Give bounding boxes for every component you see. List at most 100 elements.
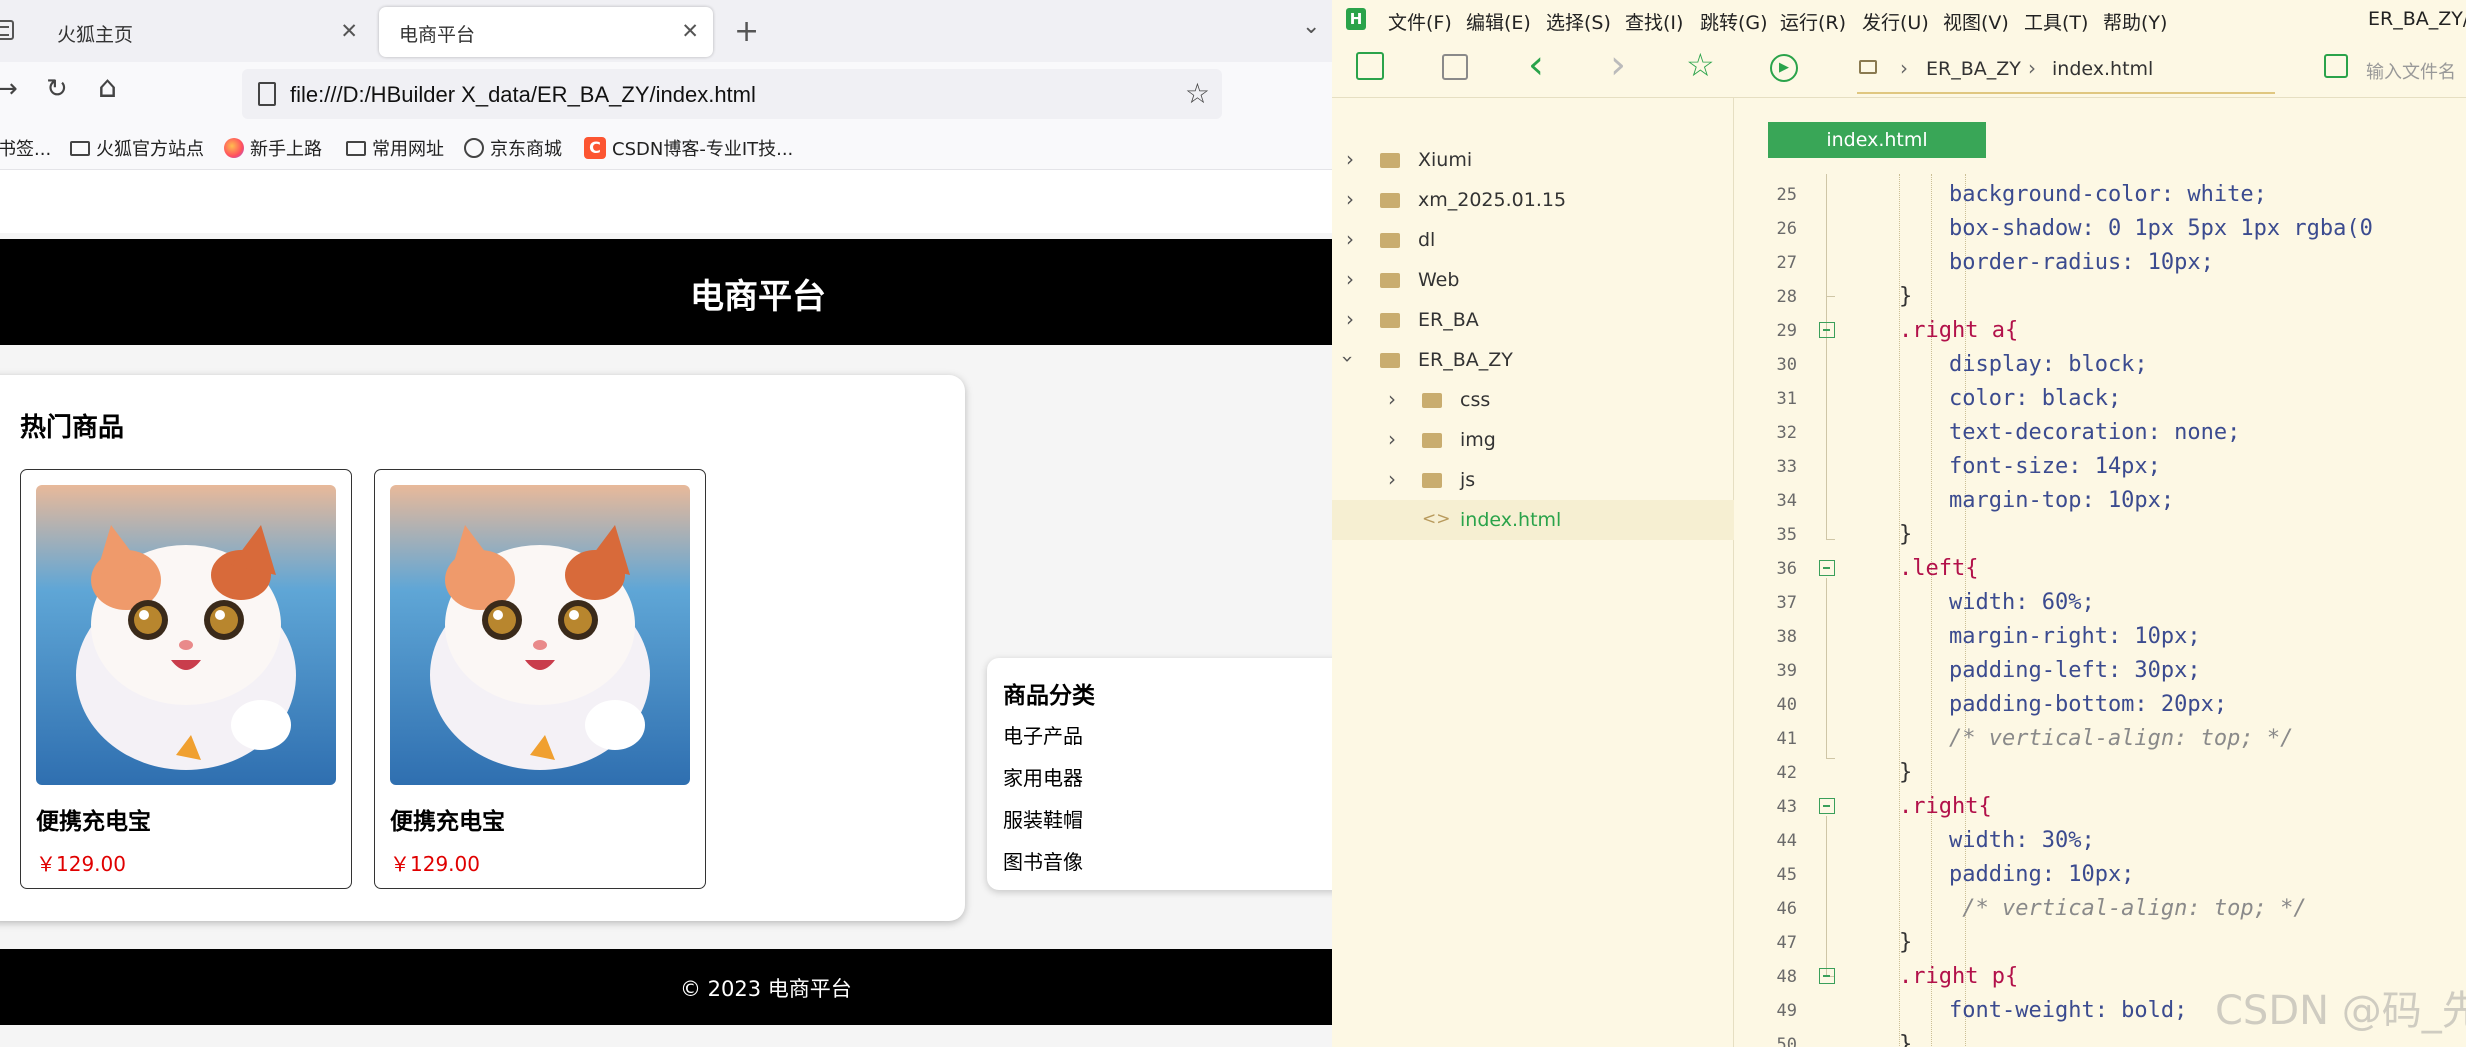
bookmark-item[interactable]: C CSDN博客-专业IT技... — [584, 135, 793, 161]
tree-item-js[interactable]: › js — [1332, 460, 1734, 500]
code-line[interactable]: } — [1899, 284, 1912, 309]
chevron-down-icon[interactable]: › — [1336, 355, 1360, 363]
code-line[interactable]: width: 30%; — [1949, 828, 2095, 853]
code-line[interactable]: width: 60%; — [1949, 590, 2095, 615]
category-link[interactable]: 家用电器 — [1003, 762, 1083, 791]
fold-toggle[interactable] — [1819, 322, 1835, 338]
breadcrumb-file[interactable]: index.html — [2052, 58, 2153, 80]
code-line[interactable]: border-radius: 10px; — [1949, 250, 2214, 275]
fold-toggle[interactable] — [1819, 968, 1835, 984]
product-card[interactable]: 便携充电宝 ￥129.00 — [20, 469, 352, 889]
file-search[interactable]: 输入文件名 — [2310, 48, 2466, 88]
new-file-icon[interactable] — [1356, 52, 1384, 80]
category-link[interactable]: 图书音像 — [1003, 846, 1083, 875]
code-line[interactable]: display: block; — [1949, 352, 2148, 377]
home-icon[interactable]: ⌂ — [98, 70, 117, 105]
run-icon[interactable]: ▶ — [1770, 54, 1798, 82]
code-line[interactable]: } — [1899, 1032, 1912, 1047]
code-line[interactable]: .right{ — [1899, 794, 1992, 819]
code-line[interactable]: padding-left: 30px; — [1949, 658, 2201, 683]
code-editor[interactable]: index.html 25 26 27 28 29 30 31 32 33 34… — [1735, 98, 2466, 1047]
bookmark-item[interactable]: 火狐官方站点 — [70, 135, 204, 161]
chevron-right-icon[interactable]: › — [1388, 427, 1396, 451]
chevron-right-icon[interactable]: › — [1346, 307, 1354, 331]
url-bar[interactable]: file:///D:/HBuilder X_data/ER_BA_ZY/inde… — [242, 69, 1222, 119]
url-text[interactable]: file:///D:/HBuilder X_data/ER_BA_ZY/inde… — [290, 82, 756, 108]
product-image[interactable] — [36, 485, 336, 785]
bookmark-item[interactable]: 书签... — [0, 135, 51, 161]
tree-item-er-ba-zy[interactable]: › ER_BA_ZY — [1332, 340, 1734, 380]
bookmark-item[interactable]: 京东商城 — [464, 135, 562, 161]
chevron-right-icon[interactable]: › — [1346, 147, 1354, 171]
product-image[interactable] — [390, 485, 690, 785]
menu-help[interactable]: 帮助(Y) — [2103, 8, 2167, 35]
forward-icon[interactable]: → — [0, 74, 18, 104]
menu-view[interactable]: 视图(V) — [1943, 8, 2009, 35]
back-icon[interactable]: ‹ — [1528, 42, 1544, 88]
code-line[interactable]: .right p{ — [1899, 964, 2018, 989]
code-line[interactable]: } — [1899, 930, 1912, 955]
code-line[interactable]: } — [1899, 522, 1912, 547]
editor-tab-index-html[interactable]: index.html — [1768, 122, 1986, 158]
fold-toggle[interactable] — [1819, 798, 1835, 814]
code-line[interactable]: font-size: 14px; — [1949, 454, 2161, 479]
breadcrumb-project[interactable]: ER_BA_ZY — [1926, 58, 2021, 80]
menu-file[interactable]: 文件(F) — [1388, 8, 1452, 35]
bookmark-item[interactable]: 新手上路 — [224, 135, 322, 161]
tree-item-index-html[interactable]: <> index.html — [1332, 500, 1734, 540]
star-icon[interactable]: ☆ — [1686, 46, 1715, 84]
menu-goto[interactable]: 跳转(G) — [1700, 8, 1768, 35]
category-link[interactable]: 电子产品 — [1003, 720, 1083, 749]
chevron-down-icon[interactable]: ⌄ — [1302, 14, 1320, 39]
code-line[interactable]: box-shadow: 0 1px 5px 1px rgba(0 — [1949, 216, 2373, 241]
tree-item-xm[interactable]: › xm_2025.01.15 — [1332, 180, 1734, 220]
forward-icon[interactable]: › — [1610, 42, 1626, 88]
bookmark-item[interactable]: 常用网址 — [346, 135, 444, 161]
code-line[interactable]: .right a{ — [1899, 318, 2018, 343]
bookmark-star-icon[interactable]: ☆ — [1185, 77, 1210, 110]
code-line[interactable]: font-weight: bold; — [1949, 998, 2187, 1023]
menu-edit[interactable]: 编辑(E) — [1466, 8, 1531, 35]
chevron-right-icon[interactable]: › — [1388, 467, 1396, 491]
tab-firefox-home[interactable]: 火狐主页 ✕ — [37, 7, 372, 57]
code-comment[interactable]: /* vertical-align: top; */ — [1949, 726, 2293, 751]
code-line[interactable]: color: black; — [1949, 386, 2121, 411]
chevron-right-icon[interactable]: › — [1346, 187, 1354, 211]
chevron-right-icon[interactable]: › — [1388, 387, 1396, 411]
category-link[interactable]: 服装鞋帽 — [1003, 804, 1083, 833]
new-tab-button[interactable]: + — [734, 14, 759, 49]
code-line[interactable]: .left{ — [1899, 556, 1978, 581]
tree-item-css[interactable]: › css — [1332, 380, 1734, 420]
tree-item-er-ba[interactable]: › ER_BA — [1332, 300, 1734, 340]
code-comment[interactable]: /* vertical-align: top; */ — [1949, 896, 2306, 921]
code-line[interactable]: margin-top: 10px; — [1949, 488, 2174, 513]
tree-item-xiumi[interactable]: › Xiumi — [1332, 140, 1734, 180]
code-line[interactable]: text-decoration: none; — [1949, 420, 2240, 445]
code-line[interactable]: padding-bottom: 20px; — [1949, 692, 2227, 717]
chevron-right-icon[interactable]: › — [1346, 227, 1354, 251]
code-line[interactable]: background-color: white; — [1949, 182, 2267, 207]
menu-find[interactable]: 查找(I) — [1625, 8, 1683, 35]
code-line[interactable]: margin-right: 10px; — [1949, 624, 2201, 649]
tab-list-icon[interactable] — [0, 20, 14, 40]
menu-run[interactable]: 运行(R) — [1780, 8, 1846, 35]
watermark: CSDN @码_先生 — [2215, 988, 2466, 1034]
save-icon[interactable] — [1442, 54, 1468, 80]
chevron-right-icon[interactable]: › — [1346, 267, 1354, 291]
line-number: 47 — [1776, 933, 1797, 953]
reload-icon[interactable]: ↻ — [46, 74, 68, 104]
tree-item-img[interactable]: › img — [1332, 420, 1734, 460]
search-input[interactable]: 输入文件名 — [2366, 58, 2456, 84]
tab-ecommerce[interactable]: 电商平台 ✕ — [379, 7, 713, 57]
code-line[interactable]: padding: 10px; — [1949, 862, 2134, 887]
tree-item-web[interactable]: › Web — [1332, 260, 1734, 300]
menu-tools[interactable]: 工具(T) — [2024, 8, 2088, 35]
product-card[interactable]: 便携充电宝 ￥129.00 — [374, 469, 706, 889]
menu-publish[interactable]: 发行(U) — [1862, 8, 1929, 35]
tree-item-dl[interactable]: › dl — [1332, 220, 1734, 260]
code-line[interactable]: } — [1899, 760, 1912, 785]
menu-select[interactable]: 选择(S) — [1546, 8, 1611, 35]
close-icon[interactable]: ✕ — [681, 19, 699, 43]
close-icon[interactable]: ✕ — [340, 19, 358, 43]
fold-toggle[interactable] — [1819, 560, 1835, 576]
